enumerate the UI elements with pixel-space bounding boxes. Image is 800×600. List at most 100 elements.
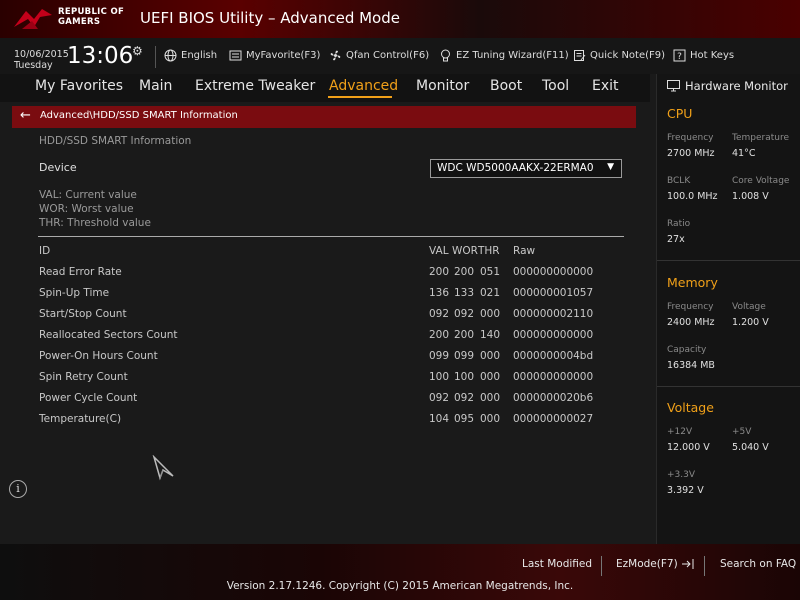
bclk-label: BCLK xyxy=(667,176,691,186)
hardware-monitor-title: Hardware Monitor xyxy=(667,79,788,93)
attr-wor: 200 xyxy=(454,266,475,278)
attr-wor: 099 xyxy=(454,350,475,362)
device-label: Device xyxy=(39,161,77,174)
device-dropdown-value: WDC WD5000AAKX-22ERMA0 xyxy=(437,162,594,174)
ratio-value: 27x xyxy=(667,234,685,245)
title-bar: REPUBLIC OF GAMERS UEFI BIOS Utility – A… xyxy=(0,0,800,38)
tab-tool[interactable]: Tool xyxy=(542,78,569,94)
tab-boot[interactable]: Boot xyxy=(490,78,522,94)
tab-main[interactable]: Main xyxy=(139,78,172,94)
favorite-icon xyxy=(229,50,242,61)
attr-raw: 0000000004bd xyxy=(513,350,594,362)
tab-monitor[interactable]: Monitor xyxy=(416,78,469,94)
attr-thr: 140 xyxy=(480,329,501,341)
ratio-label: Ratio xyxy=(667,219,691,229)
attr-wor: 200 xyxy=(454,329,475,341)
attr-id: Temperature(C) xyxy=(39,413,122,425)
brand-text: REPUBLIC OF GAMERS xyxy=(58,7,125,27)
ez-tuning-wizard-button[interactable]: EZ Tuning Wizard(F11) xyxy=(439,49,569,62)
myfavorite-button[interactable]: MyFavorite(F3) xyxy=(229,49,320,62)
divider xyxy=(38,236,624,237)
app-title: UEFI BIOS Utility – Advanced Mode xyxy=(140,9,400,27)
attr-raw: 000000002110 xyxy=(513,308,594,320)
info-icon[interactable]: i xyxy=(9,480,27,498)
tab-extreme-tweaker[interactable]: Extreme Tweaker xyxy=(195,78,315,94)
table-row: Temperature(C) 104 095 000 000000000027 xyxy=(0,413,650,433)
memory-frequency-label: Frequency xyxy=(667,302,714,312)
tab-exit[interactable]: Exit xyxy=(592,78,619,94)
attr-val: 200 xyxy=(429,329,450,341)
table-row: Reallocated Sectors Count 200 200 140 00… xyxy=(0,329,650,349)
attr-raw: 000000000000 xyxy=(513,371,594,383)
column-header-val: VAL xyxy=(429,245,449,257)
language-button[interactable]: English xyxy=(164,49,217,62)
main-nav: My Favorites Main Extreme Tweaker Advanc… xyxy=(0,74,650,102)
tab-advanced[interactable]: Advanced xyxy=(329,78,398,94)
bclk-value: 100.0 MHz xyxy=(667,191,718,202)
v5-label: +5V xyxy=(732,427,752,437)
footer-bar: Last Modified EzMode(F7) Search on FAQ V… xyxy=(0,544,800,600)
attr-thr: 051 xyxy=(480,266,501,278)
attr-val: 104 xyxy=(429,413,450,425)
attr-wor: 092 xyxy=(454,308,475,320)
attr-val: 099 xyxy=(429,350,450,362)
bulb-icon xyxy=(441,49,450,62)
last-modified-button[interactable]: Last Modified xyxy=(522,558,592,570)
attr-raw: 000000000000 xyxy=(513,266,594,278)
hardware-monitor-panel: Hardware Monitor CPU Frequency 2700 MHz … xyxy=(656,74,800,544)
quick-note-button[interactable]: Quick Note(F9) xyxy=(573,49,665,62)
core-voltage-value: 1.008 V xyxy=(732,191,769,202)
cpu-frequency-label: Frequency xyxy=(667,133,714,143)
attr-val: 100 xyxy=(429,371,450,383)
cpu-heading: CPU xyxy=(667,106,693,121)
attr-wor: 092 xyxy=(454,392,475,404)
memory-voltage-value: 1.200 V xyxy=(732,317,769,328)
v5-value: 5.040 V xyxy=(732,442,769,453)
device-dropdown[interactable]: WDC WD5000AAKX-22ERMA0 ▼ xyxy=(430,159,622,178)
table-row: Power Cycle Count 092 092 000 0000000020… xyxy=(0,392,650,412)
legend-val: VAL: Current value xyxy=(39,189,137,201)
legend-wor: WOR: Worst value xyxy=(39,203,134,215)
v33-label: +3.3V xyxy=(667,470,696,480)
column-header-raw: Raw xyxy=(513,245,536,257)
monitor-icon xyxy=(667,80,680,92)
search-faq-button[interactable]: Search on FAQ xyxy=(720,558,796,570)
attr-thr: 000 xyxy=(480,392,501,404)
attr-id: Spin-Up Time xyxy=(39,287,110,299)
memory-heading: Memory xyxy=(667,275,718,290)
rog-logo-icon xyxy=(14,9,52,29)
attr-id: Reallocated Sectors Count xyxy=(39,329,178,341)
attr-raw: 000000000027 xyxy=(513,413,594,425)
attr-wor: 133 xyxy=(454,287,475,299)
attr-id: Power Cycle Count xyxy=(39,392,138,404)
table-row: Spin Retry Count 100 100 000 00000000000… xyxy=(0,371,650,391)
clock-display: 13:06 xyxy=(67,43,134,69)
voltage-heading: Voltage xyxy=(667,400,714,415)
tab-my-favorites[interactable]: My Favorites xyxy=(35,78,123,94)
column-header-wor: WOR xyxy=(452,245,478,257)
hot-keys-button[interactable]: ? Hot Keys xyxy=(673,49,734,62)
v33-value: 3.392 V xyxy=(667,485,704,496)
fan-icon xyxy=(330,50,341,61)
capacity-label: Capacity xyxy=(667,345,707,355)
back-arrow-icon[interactable]: ← xyxy=(20,108,31,123)
attr-id: Read Error Rate xyxy=(39,266,122,278)
dropdown-arrow-icon: ▼ xyxy=(607,162,614,172)
divider xyxy=(704,556,705,576)
gear-icon[interactable]: ⚙ xyxy=(132,44,143,58)
attr-id: Spin Retry Count xyxy=(39,371,128,383)
v12-label: +12V xyxy=(667,427,693,437)
note-icon xyxy=(574,50,586,61)
table-row: Spin-Up Time 136 133 021 000000001057 xyxy=(0,287,650,307)
legend-thr: THR: Threshold value xyxy=(39,217,151,229)
active-tab-indicator xyxy=(328,96,392,98)
core-voltage-label: Core Voltage xyxy=(732,176,790,186)
qfan-control-button[interactable]: Qfan Control(F6) xyxy=(329,49,429,62)
mouse-cursor-icon xyxy=(152,455,174,481)
attr-id: Start/Stop Count xyxy=(39,308,127,320)
version-text: Version 2.17.1246. Copyright (C) 2015 Am… xyxy=(226,580,574,592)
ezmode-button[interactable]: EzMode(F7) xyxy=(616,558,695,570)
capacity-value: 16384 MB xyxy=(667,360,715,371)
v12-value: 12.000 V xyxy=(667,442,710,453)
globe-icon xyxy=(164,49,177,62)
